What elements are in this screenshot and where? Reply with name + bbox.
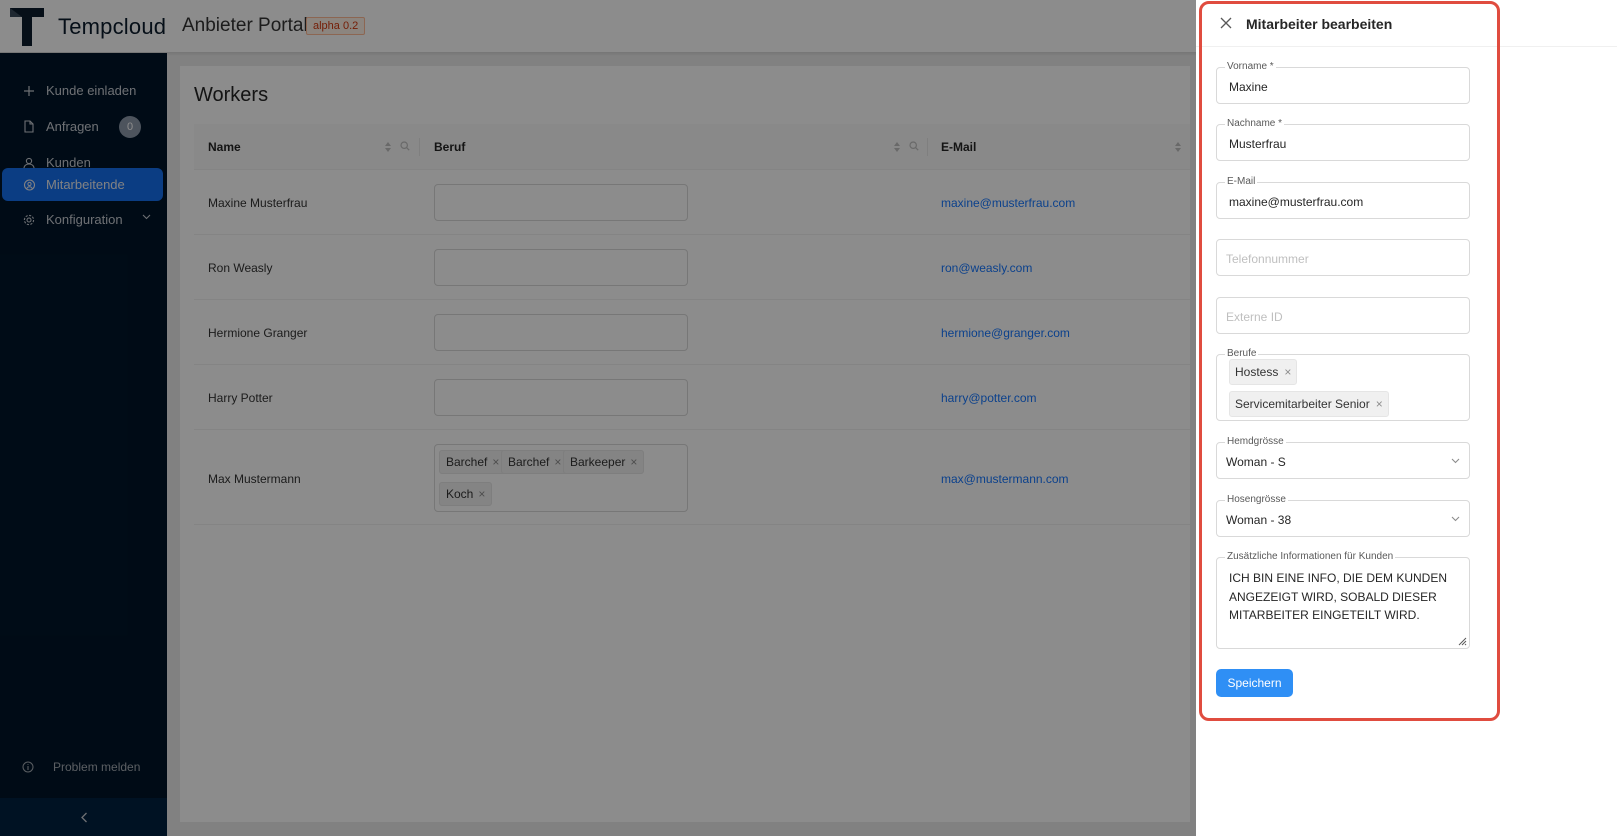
zusatzinfo-textarea[interactable]: Zusätzliche Informationen für Kunden ICH… <box>1216 551 1470 649</box>
remove-tag-icon[interactable]: × <box>1376 397 1383 411</box>
vorname-label: Vorname * <box>1225 61 1276 73</box>
zusatzinfo-value: ICH BIN EINE INFO, DIE DEM KUNDEN ANGEZE… <box>1229 571 1448 622</box>
externe-id-field[interactable]: Externe ID <box>1216 297 1470 334</box>
email-field[interactable]: E-Mail maxine@musterfrau.com <box>1216 176 1470 219</box>
hemdgroesse-select[interactable]: Hemdgrösse Woman - S <box>1216 436 1470 479</box>
telefonnummer-placeholder: Telefonnummer <box>1226 252 1309 266</box>
drawer-header: Mitarbeiter bearbeiten <box>1196 0 1617 47</box>
telefonnummer-field[interactable]: Telefonnummer <box>1216 239 1470 276</box>
hosengroesse-label: Hosengrösse <box>1225 494 1288 506</box>
chevron-down-icon <box>1451 458 1460 464</box>
zusatzinfo-label: Zusätzliche Informationen für Kunden <box>1225 551 1396 563</box>
externe-id-placeholder: Externe ID <box>1226 310 1283 324</box>
remove-tag-icon[interactable]: × <box>1284 365 1291 379</box>
email-value: maxine@musterfrau.com <box>1229 195 1364 209</box>
vorname-value: Maxine <box>1229 80 1268 94</box>
close-icon[interactable] <box>1218 15 1234 31</box>
nachname-label: Nachname * <box>1225 118 1285 130</box>
drawer-title: Mitarbeiter bearbeiten <box>1246 16 1393 32</box>
hemdgroesse-value: Woman - S <box>1226 455 1286 469</box>
save-button[interactable]: Speichern <box>1216 669 1293 697</box>
berufe-tag-label: Hostess <box>1235 365 1279 379</box>
berufe-tag-label: Servicemitarbeiter Senior <box>1235 397 1370 411</box>
berufe-tag: Servicemitarbeiter Senior × <box>1229 391 1389 417</box>
nachname-value: Musterfrau <box>1229 137 1287 151</box>
vorname-field[interactable]: Vorname * Maxine <box>1216 61 1470 104</box>
resize-handle-icon[interactable] <box>1457 636 1467 646</box>
hemdgroesse-label: Hemdgrösse <box>1225 436 1286 448</box>
hosengroesse-value: Woman - 38 <box>1226 513 1292 527</box>
chevron-down-icon <box>1451 516 1460 522</box>
berufe-field[interactable]: Berufe Hostess × Servicemitarbeiter Senio… <box>1216 348 1470 421</box>
berufe-tag: Hostess × <box>1229 359 1298 385</box>
hosengroesse-select[interactable]: Hosengrösse Woman - 38 <box>1216 494 1470 537</box>
nachname-field[interactable]: Nachname * Musterfrau <box>1216 118 1470 161</box>
email-label: E-Mail <box>1225 176 1258 188</box>
